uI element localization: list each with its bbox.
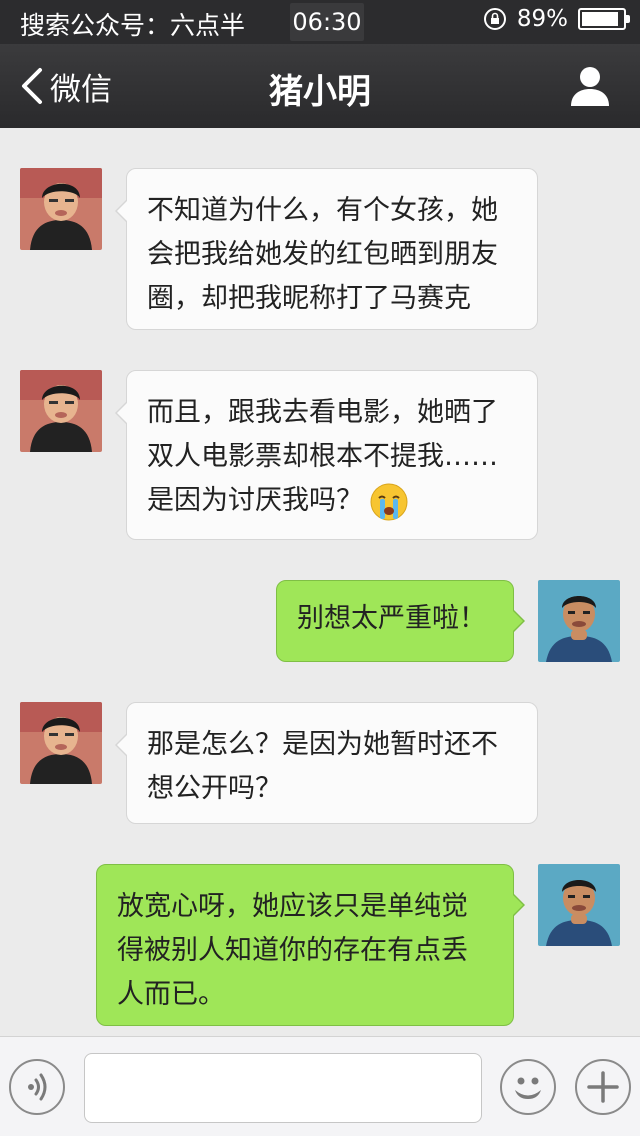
status-bar: 搜索公众号：六点半 06:30 89%	[0, 0, 640, 44]
chat-area[interactable]: 不知道为什么，有个女孩，她会把我给她发的红包晒到朋友圈，却把我昵称打了马赛克 而…	[0, 128, 640, 1036]
message-text: 而且，跟我去看电影，她晒了双人电影票却根本不提我……是因为讨厌我吗？	[147, 397, 498, 516]
smiley-icon	[515, 1077, 541, 1099]
page-title: 猪小明	[269, 72, 371, 112]
plus-button[interactable]	[575, 1059, 631, 1115]
status-right: 89%	[483, 6, 630, 32]
message-text: 不知道为什么，有个女孩，她会把我给她发的红包晒到朋友圈，却把我昵称打了马赛克	[147, 195, 498, 314]
battery-fill	[582, 12, 618, 26]
message-bubble-incoming[interactable]: 不知道为什么，有个女孩，她会把我给她发的红包晒到朋友圈，却把我昵称打了马赛克	[115, 168, 538, 330]
contact-avatar-image	[20, 168, 102, 250]
message-text: 别想太严重啦！	[297, 603, 486, 634]
my-avatar-image	[538, 580, 620, 662]
crying-face-emoji	[370, 483, 408, 520]
voice-icon	[28, 1073, 47, 1101]
message-bubble-outgoing[interactable]: 放宽心呀，她应该只是单纯觉得被别人知道你的存在有点丢人而已。	[96, 864, 525, 1026]
battery-percentage: 89%	[516, 6, 568, 32]
message-bubble-incoming[interactable]: 那是怎么？是因为她暂时还不想公开吗？	[115, 702, 538, 824]
voice-button[interactable]	[9, 1059, 65, 1115]
my-avatar[interactable]	[538, 864, 620, 946]
contact-avatar-image	[20, 702, 102, 784]
contact-avatar[interactable]	[20, 168, 102, 250]
status-time: 06:30	[290, 3, 364, 41]
plus-icon	[587, 1071, 619, 1103]
contact-avatar[interactable]	[20, 702, 102, 784]
nav-bar: 微信 猪小明	[0, 44, 640, 128]
emoji-button[interactable]	[500, 1059, 556, 1115]
person-icon[interactable]	[568, 64, 612, 108]
message-input[interactable]	[84, 1053, 482, 1123]
input-bar	[0, 1036, 640, 1136]
battery-icon	[578, 8, 630, 30]
message-text: 那是怎么？是因为她暂时还不想公开吗？	[147, 729, 498, 804]
my-avatar[interactable]	[538, 580, 620, 662]
contact-avatar[interactable]	[20, 370, 102, 452]
message-bubble-outgoing[interactable]: 别想太严重啦！	[276, 580, 525, 662]
status-left-text: 搜索公众号：六点半	[20, 11, 246, 40]
rotation-lock-icon	[483, 8, 506, 30]
contact-avatar-image	[20, 370, 102, 452]
my-avatar-image	[538, 864, 620, 946]
message-bubble-incoming[interactable]: 而且，跟我去看电影，她晒了双人电影票却根本不提我……是因为讨厌我吗？	[115, 370, 538, 540]
message-text: 放宽心呀，她应该只是单纯觉得被别人知道你的存在有点丢人而已。	[117, 891, 468, 1010]
